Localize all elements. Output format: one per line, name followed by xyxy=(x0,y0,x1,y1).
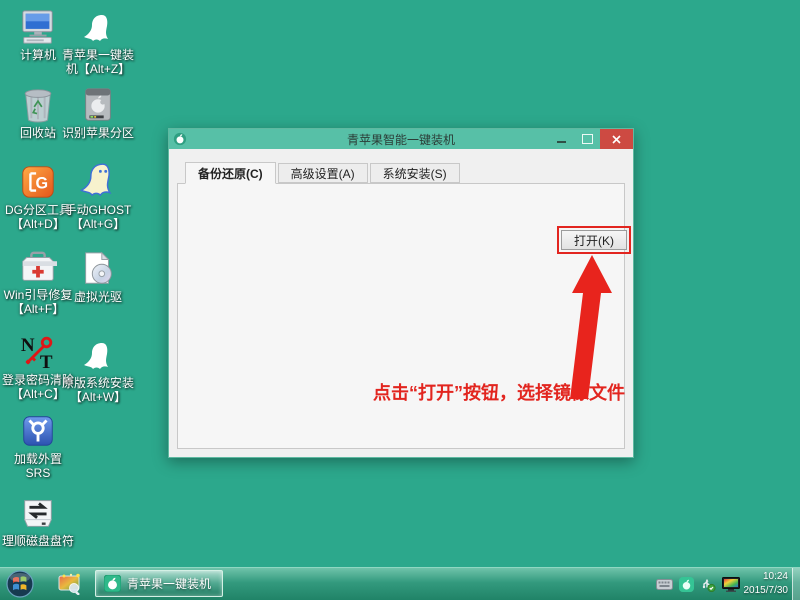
desktop-icon-original-install[interactable]: 原版系统安装【Alt+W】 xyxy=(62,338,134,405)
keyboard-tray-icon[interactable] xyxy=(656,579,673,590)
maximize-icon xyxy=(582,134,593,144)
green-apple-tray-icon[interactable] xyxy=(679,577,694,592)
desktop-icon-virtual-cd[interactable]: 虚拟光驱 xyxy=(62,250,134,305)
tab-advanced-settings[interactable]: 高级设置(A) xyxy=(278,163,368,183)
svg-text:T: T xyxy=(40,352,53,371)
desktop-tool-icon[interactable] xyxy=(58,573,82,595)
svg-text:N: N xyxy=(21,335,35,356)
ghost-icon xyxy=(82,14,114,46)
virtual-cd-icon xyxy=(79,250,117,288)
desktop-icon-disk-order[interactable]: 理顺磁盘盘符 xyxy=(2,494,74,549)
disk-order-icon xyxy=(19,494,57,532)
desktop-icon-label: 虚拟光驱 xyxy=(74,291,122,305)
desktop-icon-load-srs[interactable]: 加载外置SRS xyxy=(2,412,74,481)
green-apple-icon xyxy=(104,575,121,592)
desktop-icon-apple-partition[interactable]: 识别苹果分区 xyxy=(62,86,134,141)
svg-text:G: G xyxy=(36,175,49,193)
usb-tray-icon[interactable] xyxy=(700,577,716,592)
tab-system-install[interactable]: 系统安装(S) xyxy=(370,163,460,183)
show-desktop-button[interactable] xyxy=(792,568,800,600)
minimize-button[interactable] xyxy=(548,129,574,149)
tab-strip: 备份还原(C) 高级设置(A) 系统安装(S) xyxy=(185,163,462,184)
tab-panel xyxy=(177,183,625,449)
first-aid-kit-icon xyxy=(19,248,57,286)
desktop-icon-manual-ghost[interactable]: 手动GHOST【Alt+G】 xyxy=(62,163,134,232)
close-icon xyxy=(612,135,621,144)
apple-drive-icon xyxy=(79,86,117,124)
desktop-icon-label: 理顺磁盘盘符 xyxy=(2,535,74,549)
close-button[interactable] xyxy=(600,129,633,149)
desktop-icon-label: 原版系统安装【Alt+W】 xyxy=(62,377,134,405)
desktop-icon-label: 加载外置SRS xyxy=(2,453,74,481)
clock-time: 10:24 xyxy=(732,570,788,584)
ghost-yellow-icon xyxy=(79,163,117,201)
start-button[interactable] xyxy=(6,570,34,598)
taskbar-app-button[interactable]: 青苹果一键装机 xyxy=(95,570,223,597)
desktop-icon-label: 回收站 xyxy=(20,127,56,141)
desktop-icon-qpg-install[interactable]: 青苹果一键装机【Alt+Z】 xyxy=(62,10,134,77)
desktop-icon-label: 识别苹果分区 xyxy=(62,127,134,141)
taskbar-clock[interactable]: 10:24 2015/7/30 xyxy=(732,570,788,598)
taskbar: 青苹果一键装机 10:24 201 xyxy=(0,567,800,600)
desktop-icon-label: 青苹果一键装机【Alt+Z】 xyxy=(62,49,134,77)
open-button[interactable]: 打开(K) xyxy=(561,230,627,250)
titlebar[interactable]: 青苹果智能一键装机 xyxy=(169,129,633,149)
nt-key-icon: N T xyxy=(19,333,57,371)
desktop-icon-label: 手动GHOST【Alt+G】 xyxy=(62,204,134,232)
system-tray xyxy=(656,568,740,600)
minimize-icon xyxy=(557,141,566,143)
ghost-icon xyxy=(82,342,114,374)
app-window: 青苹果智能一键装机 备份还原(C) 高级设置(A) 系统安装(S) 还原系统 备… xyxy=(168,128,634,458)
taskbar-app-label: 青苹果一键装机 xyxy=(127,575,211,592)
maximize-button[interactable] xyxy=(574,129,600,149)
tab-backup-restore[interactable]: 备份还原(C) xyxy=(185,162,276,184)
computer-icon xyxy=(19,8,57,46)
desktop-icon-label: 计算机 xyxy=(20,49,56,63)
red-arrow-up-icon xyxy=(564,255,612,399)
srs-icon xyxy=(19,412,57,450)
clock-date: 2015/7/30 xyxy=(732,584,788,598)
dg-partition-icon: G xyxy=(19,163,57,201)
recycle-bin-icon xyxy=(19,86,57,124)
